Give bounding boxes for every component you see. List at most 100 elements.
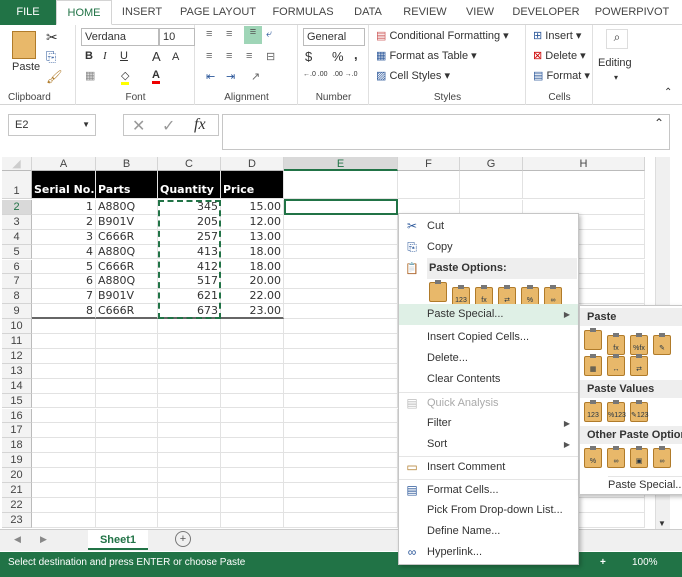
tab-review[interactable]: REVIEW (398, 0, 452, 25)
cell-A4[interactable]: 3 (32, 229, 96, 245)
grow-font-button[interactable]: A (152, 49, 161, 64)
cell[interactable] (96, 468, 158, 483)
transpose-icon[interactable]: ⇄ (630, 354, 648, 376)
cell[interactable] (284, 304, 398, 320)
cell[interactable] (221, 512, 284, 528)
row-header-21[interactable]: 21 (2, 483, 32, 498)
tab-developer[interactable]: DEVELOPER (508, 0, 584, 25)
column-header-h[interactable]: H (523, 157, 645, 171)
cell[interactable] (284, 244, 398, 260)
cell[interactable] (96, 334, 158, 349)
cell-B9[interactable]: C666R (96, 304, 158, 320)
row-header-10[interactable]: 10 (2, 319, 32, 334)
cell[interactable] (221, 363, 284, 379)
cell[interactable] (158, 423, 221, 439)
cell[interactable] (32, 438, 96, 454)
row-header-20[interactable]: 20 (2, 468, 32, 483)
cell[interactable] (32, 497, 96, 513)
align-right-icon[interactable]: ≡ (246, 50, 252, 62)
cell[interactable] (284, 348, 398, 364)
column-header-f[interactable]: F (398, 157, 460, 171)
cell[interactable] (158, 363, 221, 379)
row-header-23[interactable]: 23 (2, 512, 32, 528)
cell[interactable] (158, 378, 221, 394)
cell[interactable] (96, 483, 158, 498)
cell-D2[interactable]: 15.00 (221, 199, 284, 215)
cell[interactable] (398, 171, 460, 199)
menu-item-define-name[interactable]: Define Name... (399, 521, 578, 542)
row-header-18[interactable]: 18 (2, 438, 32, 454)
tab-home[interactable]: HOME (56, 0, 112, 25)
font-color-button[interactable]: A (152, 69, 160, 84)
align-bottom-icon[interactable]: ≡ (244, 26, 262, 44)
cell[interactable] (32, 378, 96, 394)
menu-item-insert-copied-cells[interactable]: Insert Copied Cells... (399, 327, 578, 348)
cell-A2[interactable]: 1 (32, 199, 96, 215)
row-header-7[interactable]: 7 (2, 274, 32, 290)
row-header-5[interactable]: 5 (2, 244, 32, 260)
column-header-d[interactable]: D (221, 157, 284, 171)
cell[interactable] (96, 348, 158, 364)
cell-A8[interactable]: 7 (32, 289, 96, 305)
cell-B8[interactable]: B901V (96, 289, 158, 305)
values-source-format-icon[interactable]: ✎123 (630, 400, 649, 422)
paste-icon[interactable] (429, 280, 447, 302)
number-format-select[interactable]: General (303, 28, 365, 46)
fill-color-icon[interactable]: ◇ (121, 69, 130, 85)
percent-button[interactable]: % (332, 49, 344, 64)
increase-decimal-button[interactable]: ←.0 .00 (303, 71, 331, 78)
paste-icon[interactable] (12, 31, 36, 59)
column-header-b[interactable]: B (96, 157, 158, 171)
paste-button[interactable]: Paste (12, 61, 40, 73)
paste-formulas-icon[interactable]: fx (607, 333, 625, 355)
currency-button[interactable]: $ (305, 49, 312, 64)
font-name-select[interactable]: Verdana (81, 28, 159, 46)
values-icon[interactable]: 123 (584, 400, 602, 422)
header-cell[interactable]: Quantity (158, 171, 221, 199)
row-header-4[interactable]: 4 (2, 229, 32, 245)
insert-function-icon[interactable]: fx (194, 116, 206, 134)
align-center-icon[interactable]: ≡ (226, 50, 232, 62)
cell[interactable] (221, 483, 284, 498)
editing-button[interactable]: Editing (598, 57, 632, 69)
cell[interactable] (32, 468, 96, 483)
cell-B7[interactable]: A880Q (96, 274, 158, 290)
comma-button[interactable]: , (354, 47, 358, 62)
cell[interactable] (221, 378, 284, 394)
row-header-1[interactable]: 1 (2, 171, 32, 199)
cell[interactable] (32, 423, 96, 439)
cell-D3[interactable]: 12.00 (221, 214, 284, 230)
cell[interactable] (96, 393, 158, 409)
borders-icon[interactable]: ▦ (85, 69, 95, 82)
values-number-format-icon[interactable]: %123 (607, 400, 626, 422)
cell-D4[interactable]: 13.00 (221, 229, 284, 245)
editing-group[interactable]: ⌕ Editing ▾ (594, 25, 642, 105)
cell[interactable] (96, 378, 158, 394)
cell-A6[interactable]: 5 (32, 259, 96, 275)
cell[interactable] (284, 214, 398, 230)
cell[interactable] (96, 512, 158, 528)
cell[interactable] (158, 334, 221, 349)
cell-B2[interactable]: A880Q (96, 199, 158, 215)
column-header-e[interactable]: E (284, 157, 398, 171)
cell-D5[interactable]: 18.00 (221, 244, 284, 260)
cell-D7[interactable]: 20.00 (221, 274, 284, 290)
align-top-icon[interactable]: ≡ (206, 28, 212, 40)
zoom-level[interactable]: 100% (632, 552, 658, 574)
cell[interactable] (32, 334, 96, 349)
menu-item-pick-from-list[interactable]: Pick From Drop-down List... (399, 500, 578, 521)
cell[interactable] (32, 319, 96, 334)
cell[interactable] (284, 453, 398, 469)
scroll-down-icon[interactable]: ▼ (658, 519, 666, 528)
cell[interactable] (96, 453, 158, 469)
row-header-17[interactable]: 17 (2, 423, 32, 439)
font-size-select[interactable]: 10 (159, 28, 195, 46)
cell[interactable] (221, 453, 284, 469)
cell[interactable] (158, 497, 221, 513)
linked-picture-icon[interactable]: ∞ (653, 446, 671, 468)
decrease-indent-icon[interactable]: ⇤ (206, 70, 215, 83)
row-header-11[interactable]: 11 (2, 334, 32, 349)
cell[interactable] (284, 483, 398, 498)
cell[interactable] (96, 423, 158, 439)
cell[interactable] (221, 408, 284, 424)
